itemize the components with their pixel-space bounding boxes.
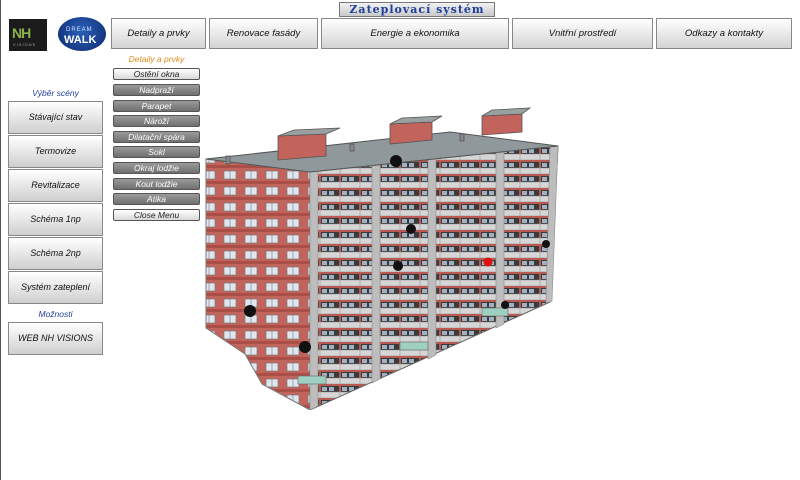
submenu-atika[interactable]: Atika (113, 193, 200, 205)
hotspot-marker-active[interactable] (483, 257, 493, 267)
hotspot-marker[interactable] (390, 155, 402, 167)
window-border (0, 0, 1, 480)
submenu-nadprazi[interactable]: Nadpraží (113, 84, 200, 96)
submenu-osteni-okna[interactable]: Ostění okna (113, 68, 200, 80)
nh-logo-text: NH (12, 25, 31, 41)
scene-system-zatepleni-button[interactable]: Systém zateplení (8, 271, 103, 304)
submenu-okraj-lodzie[interactable]: Okraj lodžie (113, 162, 200, 174)
scene-heading: Výběr scény (32, 88, 79, 98)
nav-vnitrni-prostredi[interactable]: Vnitřní prostředí (512, 18, 653, 49)
hotspot-marker[interactable] (393, 261, 403, 271)
building-3d-view[interactable] (200, 104, 570, 410)
nav-energie-a-ekonomika[interactable]: Energie a ekonomika (321, 18, 509, 49)
hotspot-marker[interactable] (406, 224, 416, 234)
scene-termovize-button[interactable]: Termovize (8, 135, 103, 168)
submenu-close-menu[interactable]: Close Menu (113, 209, 200, 221)
app-title: Zateplovací systém (339, 2, 495, 17)
submenu-parapet[interactable]: Parapet (113, 100, 200, 112)
scene-stavajici-stav-button[interactable]: Stávající stav (8, 101, 103, 134)
options-heading: Možnosti (38, 309, 73, 319)
nh-logo-subtext: VISIONS (13, 42, 37, 47)
hotspot-marker[interactable] (244, 305, 256, 317)
hotspot-marker[interactable] (299, 341, 311, 353)
nh-visions-logo[interactable]: NH VISIONS (9, 19, 47, 51)
dreamwalk-logo-top: DREAM (66, 27, 93, 33)
submenu-dilatacni-spara[interactable]: Dilatační spára (113, 131, 200, 143)
hotspot-marker[interactable] (542, 240, 550, 248)
nav-renovace-fasady[interactable]: Renovace fasády (209, 18, 318, 49)
dreamwalk-logo[interactable]: DREAM WALK (58, 17, 106, 51)
scene-revitalizace-button[interactable]: Revitalizace (8, 169, 103, 202)
submenu-kout-lodzie[interactable]: Kout lodžie (113, 178, 200, 190)
nav-detaily-a-prvky[interactable]: Detaily a prvky (111, 18, 206, 49)
submenu-narozi[interactable]: Nároží (113, 115, 200, 127)
scene-schema-1np-button[interactable]: Schéma 1np (8, 203, 103, 236)
web-nh-visions-button[interactable]: WEB NH VISIONS (8, 322, 103, 355)
dreamwalk-logo-bottom: WALK (64, 34, 97, 46)
nav-odkazy-a-kontakty[interactable]: Odkazy a kontakty (656, 18, 792, 49)
hotspot-marker[interactable] (501, 301, 509, 309)
building-side-facade (205, 158, 311, 410)
submenu-heading: Detaily a prvky (128, 54, 185, 64)
submenu-sokl[interactable]: Sokl (113, 146, 200, 158)
scene-schema-2np-button[interactable]: Schéma 2np (8, 237, 103, 270)
